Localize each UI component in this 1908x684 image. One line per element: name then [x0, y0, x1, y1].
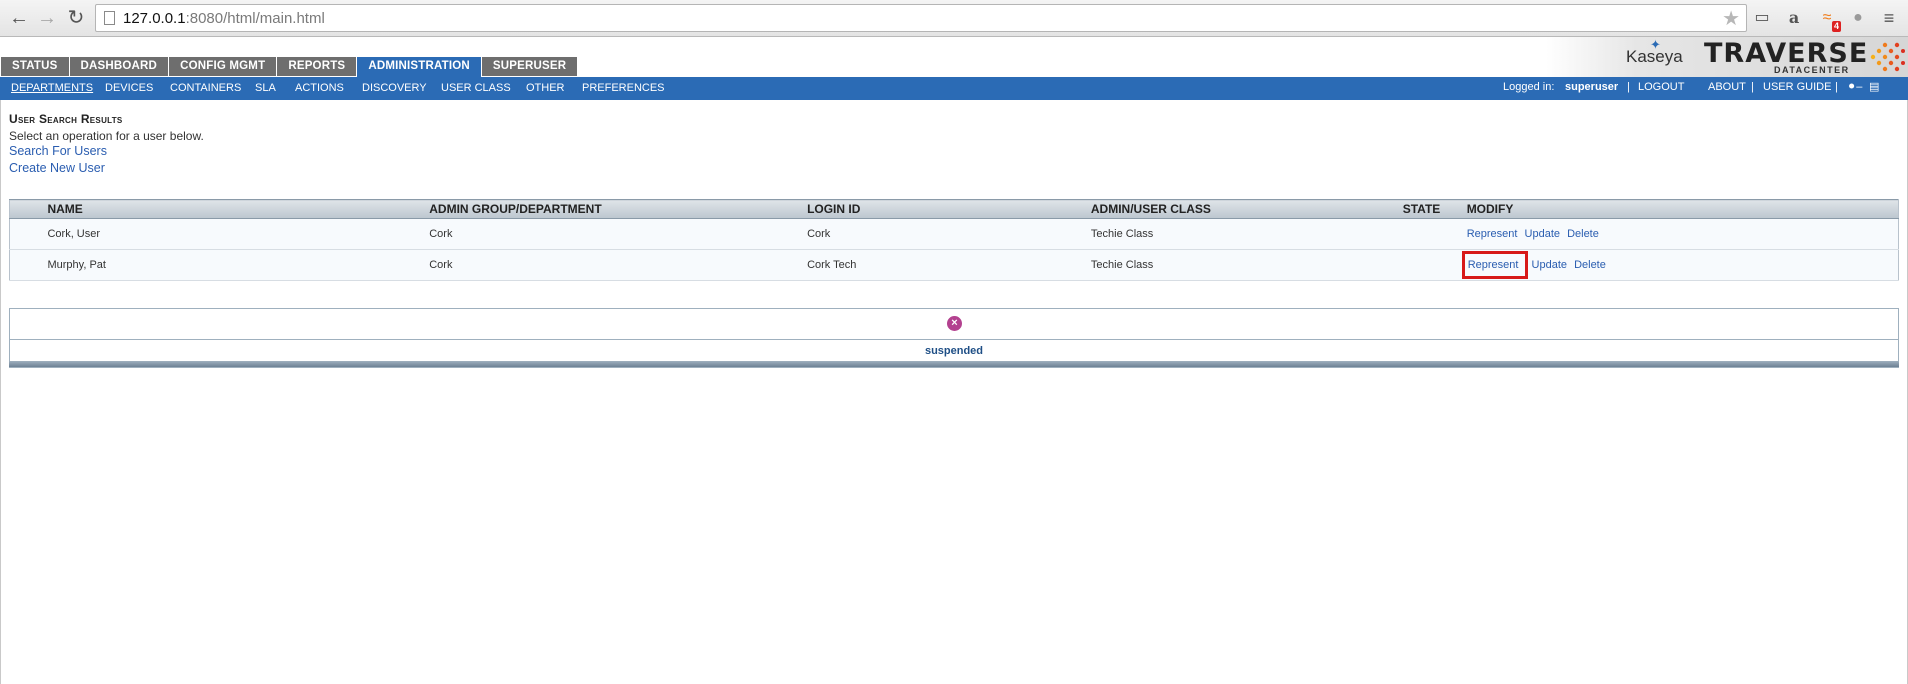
key-icon[interactable]: ⚫–: [1847, 77, 1862, 100]
header-name[interactable]: NAME: [47, 199, 430, 219]
legend-divider: [10, 339, 1898, 340]
cell-login: Cork: [807, 218, 1091, 250]
cell-group: Cork: [429, 249, 808, 281]
forward-icon[interactable]: →: [35, 6, 59, 30]
back-icon[interactable]: ←: [7, 6, 31, 30]
hangouts-icon[interactable]: ●: [1846, 7, 1870, 29]
tab-superuser[interactable]: SUPERUSER: [481, 57, 579, 76]
about-link[interactable]: ABOUT: [1708, 77, 1746, 100]
page-frame-left: [0, 100, 1, 684]
subnav-actions[interactable]: ACTIONS: [295, 77, 344, 100]
traverse-dots-icon: [1870, 42, 1905, 72]
kaseya-mark-icon: ✦: [1650, 37, 1661, 52]
tab-status[interactable]: STATUS: [1, 57, 70, 76]
browser-menu-icon[interactable]: ≡: [1877, 7, 1901, 29]
separator: |: [1751, 81, 1754, 93]
rss-badge: 4: [1831, 21, 1841, 32]
cell-class: Techie Class: [1090, 249, 1403, 281]
subnav-discovery[interactable]: DISCOVERY: [362, 77, 427, 100]
subnav-preferences[interactable]: PREFERENCES: [582, 77, 665, 100]
username-wrap: superuser: [1565, 77, 1618, 100]
main-tabs: STATUS DASHBOARD CONFIG MGMT REPORTS ADM…: [1, 57, 579, 78]
sub-navigation: DEPARTMENTS DEVICES CONTAINERS SLA ACTIO…: [0, 77, 1908, 100]
instructions-text: Select an operation for a user below.: [9, 129, 204, 143]
browser-toolbar: ← → ↻ 127.0.0.1:8080/html/main.html ★ ▭ …: [0, 0, 1908, 37]
subnav-containers[interactable]: CONTAINERS: [170, 77, 241, 100]
address-bar[interactable]: 127.0.0.1:8080/html/main.html ★: [95, 4, 1747, 32]
legend-bottom-bar: [9, 361, 1899, 367]
represent-link[interactable]: Represent: [1467, 228, 1518, 240]
update-link[interactable]: Update: [1532, 259, 1567, 271]
legend-label-suspended: suspended: [924, 345, 984, 357]
table-header-row: NAME ADMIN GROUP/DEPARTMENT LOGIN ID ADM…: [9, 199, 1899, 219]
subnav-sla[interactable]: SLA: [255, 77, 276, 100]
header-modify: MODIFY: [1466, 199, 1899, 219]
page-title: User Search Results: [9, 112, 123, 126]
cell-name: Cork, User: [47, 218, 430, 250]
delete-link[interactable]: Delete: [1574, 259, 1606, 271]
state-legend: × suspended: [9, 308, 1899, 368]
create-new-user-link[interactable]: Create New User: [9, 161, 105, 175]
brand-logo: ✦ Kaseya TRAVERSE DATACENTER: [1546, 37, 1908, 77]
suspended-icon: ×: [947, 316, 962, 331]
logout-link[interactable]: LOGOUT: [1638, 77, 1684, 100]
table-row: Murphy, Pat Cork Cork Tech Techie Class …: [9, 249, 1899, 281]
search-for-users-link[interactable]: Search For Users: [9, 144, 107, 158]
cell-group: Cork: [429, 218, 808, 250]
username: superuser: [1565, 81, 1619, 93]
tab-administration[interactable]: ADMINISTRATION: [357, 57, 482, 78]
header-spacer: [9, 199, 48, 219]
header-login[interactable]: LOGIN ID: [807, 199, 1091, 219]
cell-modify: Represent Update Delete: [1466, 218, 1899, 250]
window-icon[interactable]: ▤: [1869, 77, 1879, 100]
subnav-user-class[interactable]: USER CLASS: [441, 77, 511, 100]
amazon-icon[interactable]: a: [1782, 7, 1806, 29]
user-results-table: NAME ADMIN GROUP/DEPARTMENT LOGIN ID ADM…: [9, 199, 1899, 281]
separator: |: [1627, 81, 1630, 93]
kaseya-logo: Kaseya: [1626, 47, 1683, 66]
cell-name: Murphy, Pat: [47, 249, 430, 281]
represent-highlight: Represent: [1461, 251, 1529, 279]
row-spacer: [9, 218, 48, 250]
subnav-devices[interactable]: DEVICES: [105, 77, 153, 100]
subnav-other[interactable]: OTHER: [526, 77, 565, 100]
reload-icon[interactable]: ↻: [64, 6, 88, 30]
represent-link[interactable]: Represent: [1468, 259, 1519, 271]
row-spacer: [9, 249, 48, 281]
header-group[interactable]: ADMIN GROUP/DEPARTMENT: [429, 199, 808, 219]
page-icon: [104, 11, 115, 25]
logged-in-label: Logged in:: [1503, 81, 1555, 93]
rss-icon[interactable]: ≈4: [1815, 7, 1841, 32]
cell-state: [1402, 218, 1467, 250]
cell-login: Cork Tech: [807, 249, 1091, 281]
user-guide-link[interactable]: USER GUIDE: [1763, 77, 1831, 100]
delete-link[interactable]: Delete: [1567, 228, 1599, 240]
tab-dashboard[interactable]: DASHBOARD: [69, 57, 170, 76]
url-text[interactable]: 127.0.0.1:8080/html/main.html: [123, 10, 325, 27]
app-header: STATUS DASHBOARD CONFIG MGMT REPORTS ADM…: [0, 37, 1908, 78]
bookmark-star-icon[interactable]: ★: [1722, 6, 1740, 31]
header-class[interactable]: ADMIN/USER CLASS: [1090, 199, 1403, 219]
cast-icon[interactable]: ▭: [1750, 7, 1774, 29]
datacenter-label: DATACENTER: [1774, 65, 1850, 75]
url-path: :8080/html/main.html: [185, 10, 325, 27]
separator: |: [1835, 81, 1838, 93]
header-state[interactable]: STATE: [1402, 199, 1467, 219]
tab-config-mgmt[interactable]: CONFIG MGMT: [169, 57, 278, 76]
table-row: Cork, User Cork Cork Techie Class Repres…: [9, 218, 1899, 250]
cell-class: Techie Class: [1090, 218, 1403, 250]
subnav-departments[interactable]: DEPARTMENTS: [11, 77, 93, 100]
cell-modify: Represent Update Delete: [1461, 249, 1899, 281]
url-host: 127.0.0.1: [123, 10, 186, 27]
tab-reports[interactable]: REPORTS: [277, 57, 358, 76]
cell-state: [1402, 249, 1467, 281]
update-link[interactable]: Update: [1525, 228, 1560, 240]
